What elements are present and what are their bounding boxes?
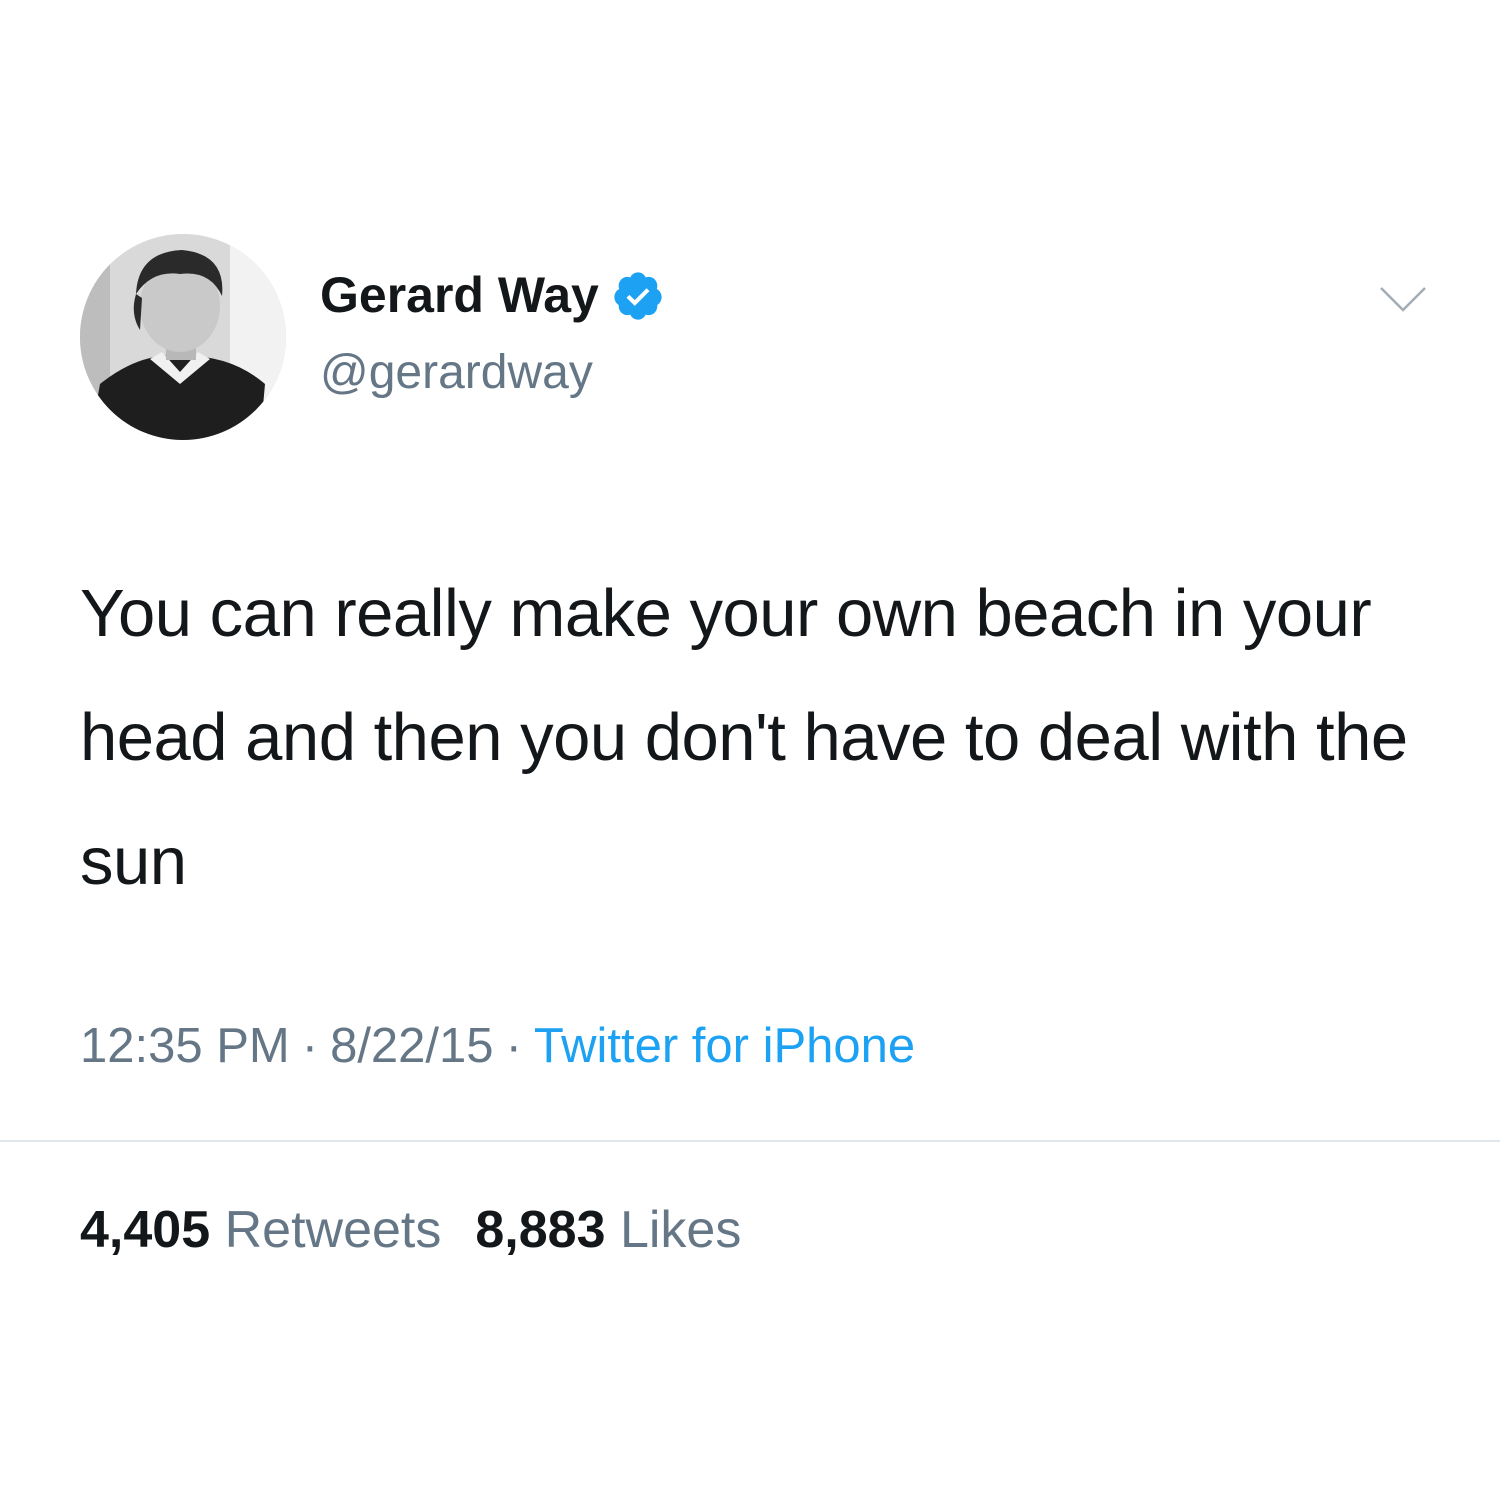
retweets-label: Retweets xyxy=(224,1201,442,1259)
tweet-date[interactable]: 8/22/15 xyxy=(330,1019,494,1073)
retweets-stat[interactable]: 4,405 Retweets xyxy=(80,1201,441,1259)
tweet-time[interactable]: 12:35 PM xyxy=(80,1019,290,1073)
retweets-count: 4,405 xyxy=(80,1201,211,1259)
author-name-row[interactable]: Gerard Way xyxy=(320,268,665,323)
divider xyxy=(0,1140,1500,1142)
likes-count: 8,883 xyxy=(475,1201,606,1259)
tweet-text: You can really make your own beach in yo… xyxy=(80,576,1408,899)
likes-label: Likes xyxy=(619,1201,742,1259)
tweet-source-link[interactable]: Twitter for iPhone xyxy=(534,1019,915,1073)
author-handle[interactable]: @gerardway xyxy=(320,345,593,400)
tweet-stats: 4,405 Retweets 8,883 Likes xyxy=(80,1200,775,1260)
verified-badge-icon xyxy=(611,269,665,323)
author-display-name[interactable]: Gerard Way xyxy=(320,268,599,323)
meta-separator: · xyxy=(301,1019,319,1073)
tweet-menu-button[interactable] xyxy=(1378,284,1428,314)
tweet-meta: 12:35 PM · 8/22/15 · Twitter for iPhone xyxy=(80,1018,915,1074)
avatar-photo xyxy=(80,234,286,440)
chevron-down-icon xyxy=(1380,287,1426,312)
meta-separator: · xyxy=(505,1019,522,1073)
likes-stat[interactable]: 8,883 Likes xyxy=(475,1201,741,1259)
avatar[interactable] xyxy=(80,234,286,440)
